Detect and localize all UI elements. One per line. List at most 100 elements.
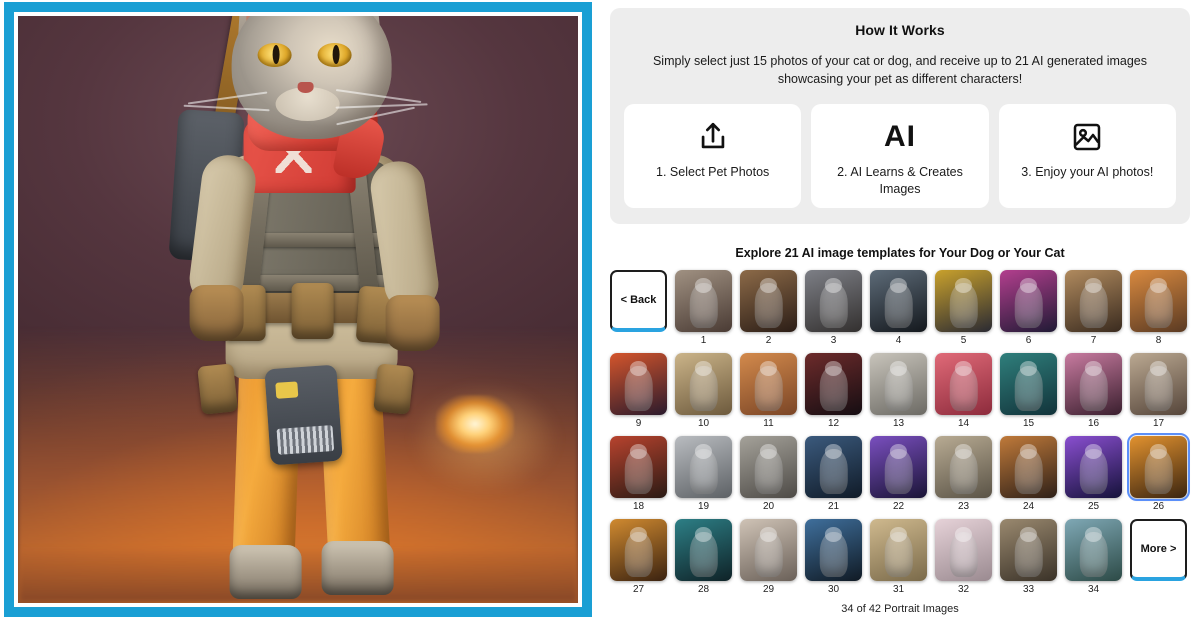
template-thumbnail[interactable] — [1127, 433, 1190, 501]
nose — [297, 82, 314, 94]
how-it-works-subtitle: Simply select just 15 photos of your cat… — [652, 54, 1148, 87]
gallery-row: 27 28 29 30 31 32 33 34 More > — [610, 519, 1190, 596]
pet-subject — [1144, 283, 1173, 328]
template-thumbnail[interactable] — [1065, 436, 1122, 498]
template-thumbnail[interactable] — [610, 519, 667, 581]
template-thumbnail[interactable] — [740, 519, 797, 581]
step-card-ai-creates[interactable]: AI 2. AI Learns & Creates Images — [811, 104, 989, 208]
template-number: 23 — [957, 501, 970, 512]
more-button[interactable]: More > — [1130, 519, 1187, 581]
template-thumbnail[interactable] — [1065, 270, 1122, 332]
step-card-select-photos[interactable]: 1. Select Pet Photos — [624, 104, 802, 208]
template-cell: 3 — [805, 270, 862, 347]
template-thumbnail[interactable] — [870, 519, 927, 581]
template-number: 28 — [697, 584, 710, 595]
template-thumbnail[interactable] — [1000, 436, 1057, 498]
gadget-grill — [276, 425, 335, 456]
template-thumbnail[interactable] — [935, 270, 992, 332]
back-button-cell: < Back — [610, 270, 667, 347]
template-thumbnail[interactable] — [1065, 519, 1122, 581]
template-thumbnail[interactable] — [870, 436, 927, 498]
gallery-rows: < Back 1 2 3 4 5 6 7 8 9 10 11 12 13 14 15 16 17 18 19 20 21 2… — [610, 270, 1190, 596]
gallery-title: Explore 21 AI image templates for Your D… — [735, 246, 1065, 260]
info-pane: How It Works Simply select just 15 photo… — [600, 0, 1200, 619]
template-thumbnail[interactable] — [1000, 353, 1057, 415]
template-cell: 24 — [1000, 436, 1057, 513]
belt-pouch — [291, 283, 334, 340]
template-cell: 16 — [1065, 353, 1122, 430]
pet-subject — [1014, 366, 1043, 411]
pet-subject — [754, 449, 783, 494]
ai-icon: AI — [883, 120, 916, 154]
pet-subject — [754, 532, 783, 577]
template-thumbnail[interactable] — [675, 436, 732, 498]
template-number: 17 — [1152, 418, 1165, 429]
gallery-row: 18 19 20 21 22 23 24 25 26 — [610, 433, 1190, 513]
back-button[interactable]: < Back — [610, 270, 667, 332]
template-cell: 20 — [740, 436, 797, 513]
template-cell: 17 — [1130, 353, 1187, 430]
template-number: 19 — [697, 501, 710, 512]
boot-left — [229, 545, 302, 600]
pet-ai-app: How It Works Simply select just 15 photo… — [0, 0, 1200, 619]
template-thumbnail[interactable] — [1000, 519, 1057, 581]
template-cell: 6 — [1000, 270, 1057, 347]
template-thumbnail[interactable] — [675, 519, 732, 581]
templates-gallery: Explore 21 AI image templates for Your D… — [610, 246, 1190, 615]
template-thumbnail[interactable] — [740, 270, 797, 332]
template-thumbnail[interactable] — [935, 519, 992, 581]
template-thumbnail[interactable] — [675, 270, 732, 332]
template-thumbnail[interactable] — [935, 353, 992, 415]
template-cell: 27 — [610, 519, 667, 596]
template-cell: 9 — [610, 353, 667, 430]
pet-subject — [754, 283, 783, 328]
pet-subject — [1079, 366, 1108, 411]
pet-subject — [1014, 449, 1043, 494]
template-thumbnail[interactable] — [870, 353, 927, 415]
template-thumbnail[interactable] — [1065, 353, 1122, 415]
template-thumbnail[interactable] — [610, 436, 667, 498]
template-cell: 2 — [740, 270, 797, 347]
template-number: 11 — [763, 418, 774, 429]
template-thumbnail[interactable] — [675, 353, 732, 415]
pet-subject — [884, 283, 913, 328]
template-cell: 34 — [1065, 519, 1122, 596]
pet-subject — [819, 449, 848, 494]
template-number: 3 — [830, 335, 837, 346]
template-number: 8 — [1155, 335, 1162, 346]
template-thumbnail[interactable] — [1130, 270, 1187, 332]
template-thumbnail[interactable] — [1130, 353, 1187, 415]
pet-subject — [1144, 366, 1173, 411]
template-thumbnail[interactable] — [740, 353, 797, 415]
template-cell: 13 — [870, 353, 927, 430]
template-thumbnail[interactable] — [1000, 270, 1057, 332]
template-cell: 10 — [675, 353, 732, 430]
pet-subject — [624, 449, 653, 494]
pupil-left — [272, 45, 280, 65]
template-number: 4 — [895, 335, 902, 346]
cat-character — [140, 16, 470, 600]
template-thumbnail[interactable] — [740, 436, 797, 498]
template-thumbnail[interactable] — [805, 353, 862, 415]
template-cell: 11 — [740, 353, 797, 430]
template-thumbnail[interactable] — [870, 270, 927, 332]
leg-pouch — [373, 363, 415, 416]
step-card-enjoy-photos[interactable]: 3. Enjoy your AI photos! — [998, 104, 1176, 208]
template-cell: 33 — [1000, 519, 1057, 596]
template-cell: 31 — [870, 519, 927, 596]
pet-portrait-image[interactable] — [18, 16, 578, 603]
template-number: 27 — [632, 584, 645, 595]
pet-subject — [949, 283, 978, 328]
pet-subject — [1079, 532, 1108, 577]
template-cell: 18 — [610, 436, 667, 513]
template-thumbnail[interactable] — [805, 436, 862, 498]
template-cell: 4 — [870, 270, 927, 347]
template-thumbnail[interactable] — [805, 519, 862, 581]
template-number: 21 — [827, 501, 840, 512]
template-thumbnail[interactable] — [805, 270, 862, 332]
template-thumbnail[interactable] — [610, 353, 667, 415]
template-thumbnail[interactable] — [935, 436, 992, 498]
preview-pane — [0, 0, 600, 619]
pet-subject — [624, 366, 653, 411]
template-number: 10 — [697, 418, 710, 429]
